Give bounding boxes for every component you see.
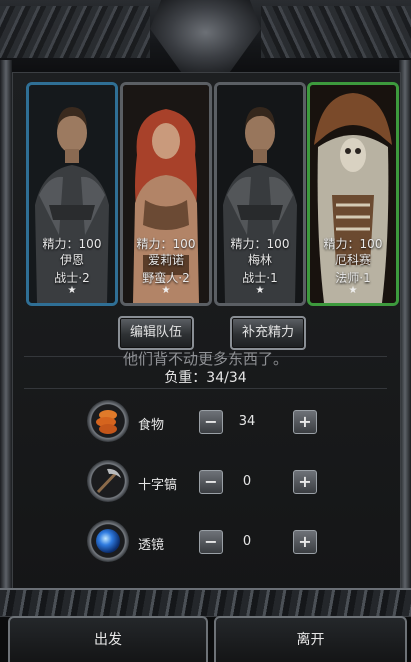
header-ornament-right [261,6,411,58]
character-name: 伊恩 [59,253,84,267]
character-class: 法师·1 [335,271,371,285]
supply-label-food: 食物 [138,418,165,433]
supply-label-lens: 透镜 [138,538,165,553]
food-decrease-button[interactable]: − [199,410,223,434]
character-class: 战士·1 [242,271,278,285]
pickaxe-increase-button[interactable]: + [293,470,317,494]
character-name: 爱莉诺 [147,253,184,267]
character-name: 梅林 [247,253,272,267]
lens-increase-button[interactable]: + [293,530,317,554]
character-class: 战士·2 [54,271,90,285]
depart-button[interactable]: 出发 [8,616,208,662]
character-energy: 精力：100 [136,237,196,251]
food-quantity: 34 [238,414,256,429]
divider [24,388,387,389]
pickaxe-decrease-button[interactable]: − [199,470,223,494]
lens-quantity: 0 [242,534,252,549]
star-icon: ★ [161,285,171,296]
lens-icon [87,520,129,562]
character-energy: 精力：100 [42,237,102,251]
ornate-footer-frame [0,588,411,617]
character-energy: 精力：100 [323,237,383,251]
lens-decrease-button[interactable]: − [199,530,223,554]
supply-label-pickaxe: 十字镐 [138,478,178,493]
star-icon: ★ [255,285,265,296]
frame-left-edge [0,60,12,600]
pickaxe-icon [87,460,129,502]
character-card[interactable]: 精力：100 梅林 战士·1 ★ [214,82,306,306]
star-icon: ★ [348,285,358,296]
character-card[interactable]: 精力：100 爱莉诺 野蛮人·2 ★ [120,82,212,306]
star-icon: ★ [67,285,77,296]
restore-energy-button[interactable]: 补充精力 [230,316,306,350]
food-increase-button[interactable]: + [293,410,317,434]
food-icon [87,400,129,442]
header-ornament-left [0,6,150,58]
character-card[interactable]: 精力：100 厄科赛 法师·1 ★ [307,82,399,306]
character-class: 野蛮人·2 [142,271,190,285]
character-name: 厄科赛 [334,253,371,267]
load-capacity: 负重：34/34 [164,370,247,386]
ornate-header-frame [0,0,411,76]
demon-crest-emblem [150,0,261,72]
character-card[interactable]: 精力：100 伊恩 战士·2 ★ [26,82,118,306]
capacity-hint: 他们背不动更多东西了。 [122,350,288,368]
character-energy: 精力：100 [230,237,290,251]
leave-button[interactable]: 离开 [214,616,407,662]
pickaxe-quantity: 0 [242,474,252,489]
edit-team-button[interactable]: 编辑队伍 [118,316,194,350]
